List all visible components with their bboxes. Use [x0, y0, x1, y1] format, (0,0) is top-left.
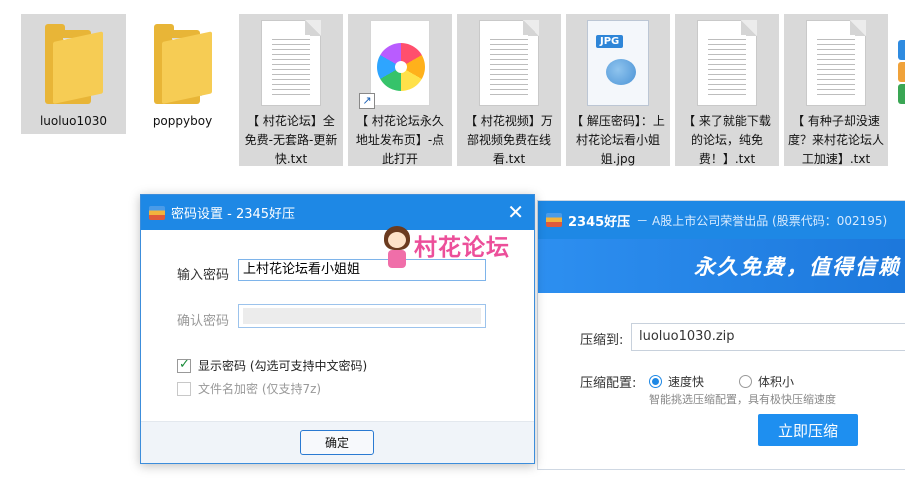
encrypt-filenames-label: 文件名加密 (仅支持7z) — [198, 382, 322, 396]
file-name: 【 村花视频】万部视频免费在线看.txt — [465, 114, 553, 166]
app-logo-icon — [149, 205, 165, 220]
radio-unselected-icon[interactable] — [739, 375, 752, 388]
option-small-label: 体积小 — [758, 375, 795, 389]
file-item[interactable]: ↗ 【 村花论坛永久地址发布页】-点此打开 — [348, 14, 452, 166]
cartoon-girl-icon — [380, 226, 414, 272]
app-logo-icon — [546, 213, 562, 227]
slogan-banner: 永久免费，值得信赖 — [538, 239, 905, 293]
confirm-password-input[interactable] — [238, 304, 486, 328]
dialog-title-bar: 密码设置 - 2345好压 — [141, 195, 534, 230]
compressor-window: 2345好压 － A股上市公司荣誉出品 (股票代码：002195) 永久免费，值… — [537, 200, 905, 470]
folder-icon — [153, 24, 212, 105]
close-icon[interactable]: ✕ — [507, 201, 524, 223]
file-name: luoluo1030 — [39, 114, 108, 128]
forum-watermark: 村花论坛 — [380, 226, 530, 276]
compressor-subtitle: － A股上市公司荣誉出品 (股票代码：002195) — [636, 213, 888, 228]
checkbox-checked-icon[interactable] — [177, 357, 191, 373]
ok-button[interactable]: 确定 — [300, 430, 374, 455]
dialog-footer: 确定 — [141, 421, 534, 463]
partial-app-icon[interactable] — [898, 40, 905, 104]
file-name: 【 村花论坛永久地址发布页】-点此打开 — [355, 114, 445, 166]
text-file-icon — [479, 20, 539, 106]
folder-icon — [44, 24, 103, 105]
file-item[interactable]: 【 来了就能下载的论坛，纯免费！】.txt — [675, 14, 779, 166]
folder-luoluo1030[interactable]: luoluo1030 — [21, 14, 126, 134]
watermark-text: 村花论坛 — [414, 235, 510, 261]
file-name: poppyboy — [152, 114, 213, 128]
dialog-title: 密码设置 - 2345好压 — [171, 207, 296, 222]
file-name: 【 有种子却没速度？来村花论坛人工加速】.txt — [788, 114, 885, 166]
file-item[interactable]: 【 村花论坛】全免费-无套路-更新快.txt — [239, 14, 343, 166]
encrypt-filenames-checkbox-row[interactable]: 文件名加密 (仅支持7z) — [177, 380, 321, 397]
file-name: 【 解压密码】：上村花论坛看小姐姐.jpg — [571, 114, 665, 166]
confirm-password-label: 确认密码 — [177, 314, 230, 329]
folder-poppyboy[interactable]: poppyboy — [130, 14, 235, 134]
jpg-badge: JPG — [596, 35, 624, 48]
file-item[interactable]: JPG 【 解压密码】：上村花论坛看小姐姐.jpg — [566, 14, 670, 166]
show-password-checkbox-row[interactable]: 显示密码 (勾选可支持中文密码) — [177, 357, 367, 374]
enter-password-label: 输入密码 — [177, 268, 230, 283]
shortcut-arrow-icon: ↗ — [359, 93, 375, 109]
config-label: 压缩配置: — [580, 376, 637, 391]
compress-now-button[interactable]: 立即压缩 — [758, 414, 858, 446]
file-name: 【 村花论坛】全免费-无套路-更新快.txt — [244, 114, 338, 166]
text-file-icon — [806, 20, 866, 106]
text-file-icon — [261, 20, 321, 106]
file-item[interactable]: 【 有种子却没速度？来村花论坛人工加速】.txt — [784, 14, 888, 166]
compressor-brand: 2345好压 — [568, 214, 631, 230]
text-file-icon — [697, 20, 757, 106]
compressor-title-bar: 2345好压 － A股上市公司荣誉出品 (股票代码：002195) — [538, 201, 905, 239]
option-fast-label: 速度快 — [668, 375, 705, 389]
option-fast-radio[interactable]: 速度快 — [649, 373, 704, 390]
jpg-file-icon: JPG — [587, 20, 649, 106]
config-hint: 智能挑选压缩配置，具有极快压缩速度 — [649, 393, 836, 406]
file-name: 【 来了就能下载的论坛，纯免费！】.txt — [683, 114, 771, 166]
browser-shortcut-icon: ↗ — [359, 20, 430, 109]
dest-path-input[interactable]: luoluo1030.zip — [631, 323, 905, 351]
radio-selected-icon[interactable] — [649, 375, 662, 388]
slogan-text: 永久免费，值得信赖 — [694, 255, 901, 279]
dest-label: 压缩到: — [580, 333, 624, 348]
file-item[interactable]: 【 村花视频】万部视频免费在线看.txt — [457, 14, 561, 166]
checkbox-unchecked-icon[interactable] — [177, 381, 191, 396]
show-password-label: 显示密码 (勾选可支持中文密码) — [198, 359, 368, 373]
option-small-radio[interactable]: 体积小 — [739, 373, 794, 390]
